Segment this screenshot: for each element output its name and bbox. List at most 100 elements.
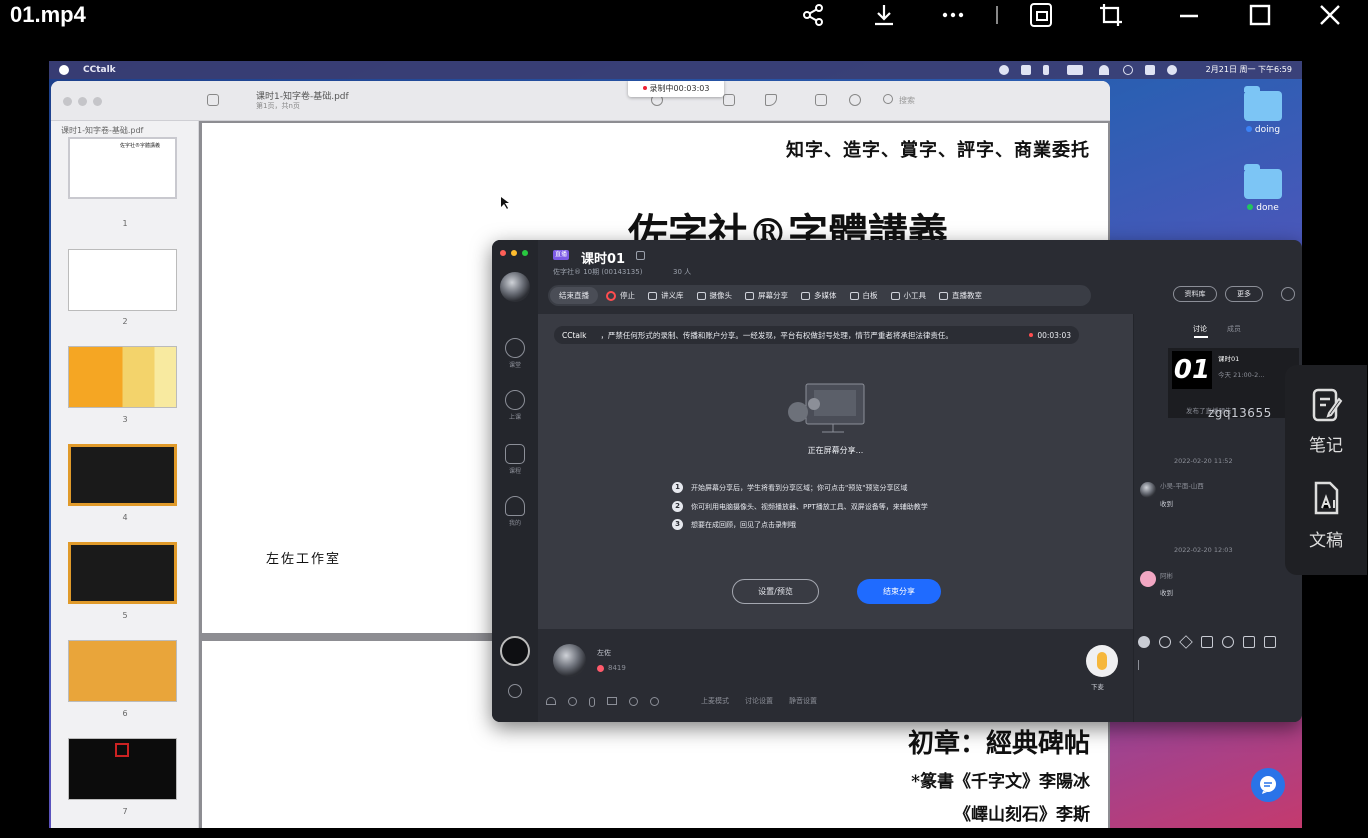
video-player: 01.mp4 CCtalk 2月21日 周一 下午6:59 doing done… bbox=[0, 0, 1368, 838]
settings-preview-button[interactable]: 设置/预览 bbox=[732, 579, 819, 604]
share-icon[interactable] bbox=[793, 0, 833, 30]
window-zoom-button[interactable] bbox=[522, 250, 528, 256]
window-close-button[interactable] bbox=[63, 97, 72, 106]
beauty-icon[interactable] bbox=[629, 697, 638, 706]
flower-icon[interactable] bbox=[1138, 636, 1150, 648]
page-number: 2 bbox=[122, 317, 128, 326]
close-icon[interactable] bbox=[1310, 0, 1350, 30]
emoji-icon[interactable] bbox=[1159, 636, 1171, 648]
tool-live-room[interactable]: 直播教室 bbox=[939, 290, 982, 301]
stop-button[interactable]: 停止 bbox=[606, 290, 635, 301]
camera-icon[interactable] bbox=[607, 697, 617, 705]
transcript-icon[interactable] bbox=[1311, 480, 1343, 518]
note-icon[interactable] bbox=[1311, 387, 1343, 425]
wifi-icon bbox=[1099, 65, 1109, 75]
more-button[interactable]: 更多 bbox=[1225, 286, 1263, 302]
desktop-folder-doing[interactable]: doing bbox=[1233, 86, 1293, 135]
add-icon[interactable] bbox=[1281, 287, 1295, 301]
message-text: 收到 bbox=[1160, 589, 1173, 597]
desktop-folder-done[interactable]: done bbox=[1233, 164, 1293, 213]
search-input[interactable]: 搜索 bbox=[899, 95, 915, 106]
clock-icon[interactable] bbox=[650, 697, 659, 706]
search-icon[interactable] bbox=[883, 94, 893, 104]
bottom-options: 上麦模式 讨论设置 静音设置 bbox=[701, 696, 817, 706]
picture-in-picture-icon[interactable] bbox=[1021, 0, 1061, 30]
volume-icon[interactable] bbox=[568, 697, 577, 706]
sidebar-toggle-icon[interactable] bbox=[207, 94, 219, 106]
cctalk-logo bbox=[500, 636, 530, 666]
page-thumbnail[interactable] bbox=[68, 444, 177, 506]
rail-icon[interactable] bbox=[505, 338, 525, 358]
share-icon[interactable] bbox=[723, 94, 735, 106]
end-live-button[interactable]: 结束直播 bbox=[550, 287, 598, 304]
speaker-name: 左佐 bbox=[597, 649, 611, 657]
external-link-icon[interactable] bbox=[636, 251, 645, 260]
handout-icon bbox=[648, 291, 657, 300]
raise-hand-button[interactable] bbox=[1086, 645, 1118, 677]
window-minimize-button[interactable] bbox=[78, 97, 87, 106]
tool-whiteboard[interactable]: 白板 bbox=[849, 290, 878, 301]
settings-icon[interactable] bbox=[508, 684, 522, 698]
raise-hand-label: 下麦 bbox=[1091, 683, 1104, 691]
tab-underline bbox=[1194, 336, 1208, 338]
rail-icon[interactable] bbox=[505, 444, 525, 464]
crop-icon[interactable] bbox=[1091, 0, 1131, 30]
tool-widgets[interactable]: 小工具 bbox=[890, 290, 926, 301]
instruction-step: 1 开始屏幕分享后，学生将看到分享区域；你可点击"预览"预览分享区域 bbox=[672, 482, 907, 493]
history-icon[interactable] bbox=[1222, 636, 1234, 648]
tool-camera[interactable]: 摄像头 bbox=[696, 290, 732, 301]
note-label[interactable]: 笔记 bbox=[1285, 431, 1367, 456]
page-thumbnail[interactable]: 佐字社®字體講義 bbox=[68, 137, 177, 199]
discussion-settings-option[interactable]: 讨论设置 bbox=[745, 696, 773, 706]
tag-dot bbox=[1245, 126, 1252, 132]
minimize-icon[interactable] bbox=[1169, 0, 1209, 30]
download-icon[interactable] bbox=[864, 0, 904, 30]
image-icon[interactable] bbox=[1201, 636, 1213, 648]
transcript-label[interactable]: 文稿 bbox=[1285, 526, 1367, 551]
window-close-button[interactable] bbox=[500, 250, 506, 256]
rail-icon[interactable] bbox=[505, 496, 525, 516]
chat-toolbar bbox=[1138, 635, 1276, 649]
page-number: 6 bbox=[122, 709, 128, 718]
chat-bubble-button[interactable] bbox=[1251, 768, 1285, 802]
folder-label: doing bbox=[1254, 125, 1281, 135]
page-thumbnail[interactable] bbox=[68, 346, 177, 408]
page-thumbnail[interactable] bbox=[68, 249, 177, 311]
page-thumbnail[interactable] bbox=[68, 738, 177, 800]
markup-icon[interactable] bbox=[765, 94, 777, 106]
tab-discussion[interactable]: 讨论 bbox=[1193, 324, 1207, 334]
class-title: 课时01 bbox=[581, 252, 626, 267]
sidebar-title: 课时1-知字卷-基础.pdf bbox=[61, 126, 144, 135]
maximize-icon[interactable] bbox=[1240, 0, 1280, 30]
window-minimize-button[interactable] bbox=[511, 250, 517, 256]
annotate-icon[interactable] bbox=[849, 94, 861, 106]
end-share-button[interactable]: 结束分享 bbox=[857, 579, 941, 604]
library-button[interactable]: 资料库 bbox=[1173, 286, 1217, 302]
status-icon bbox=[1021, 65, 1031, 75]
tool-screen-share[interactable]: 屏幕分享 bbox=[745, 290, 788, 301]
message-sender: 阿彬 bbox=[1160, 572, 1173, 580]
camera-icon bbox=[696, 291, 706, 300]
window-zoom-button[interactable] bbox=[93, 97, 102, 106]
mic-mode-option[interactable]: 上麦模式 bbox=[701, 696, 729, 706]
mic-icon[interactable] bbox=[589, 697, 595, 707]
tab-members[interactable]: 成员 bbox=[1227, 324, 1241, 334]
mac-menubar: CCtalk 2月21日 周一 下午6:59 bbox=[49, 61, 1302, 79]
stop-icon bbox=[606, 290, 616, 301]
page-thumbnail[interactable] bbox=[68, 542, 177, 604]
more-icon[interactable] bbox=[933, 0, 973, 30]
rail-label: 我的 bbox=[508, 520, 521, 527]
mute-settings-option[interactable]: 静音设置 bbox=[789, 696, 817, 706]
tool-multimedia[interactable]: 多媒体 bbox=[801, 290, 837, 301]
tool-handout[interactable]: 讲义库 bbox=[648, 290, 684, 301]
rail-icon[interactable] bbox=[505, 390, 525, 410]
avatar[interactable] bbox=[500, 272, 530, 302]
expand-icon[interactable] bbox=[1264, 636, 1276, 648]
instruction-step: 2 你可利用电脑摄像头、视频播放器、PPT播放工具、双屏设备等，来辅助教学 bbox=[672, 501, 928, 512]
rotate-icon[interactable] bbox=[815, 94, 827, 106]
sharing-status: 正在屏幕分享... bbox=[807, 446, 864, 455]
gallery-icon[interactable] bbox=[1243, 636, 1255, 648]
chat-input[interactable] bbox=[1138, 660, 1139, 670]
page-thumbnail[interactable] bbox=[68, 640, 177, 702]
scissors-icon[interactable] bbox=[1179, 635, 1193, 649]
